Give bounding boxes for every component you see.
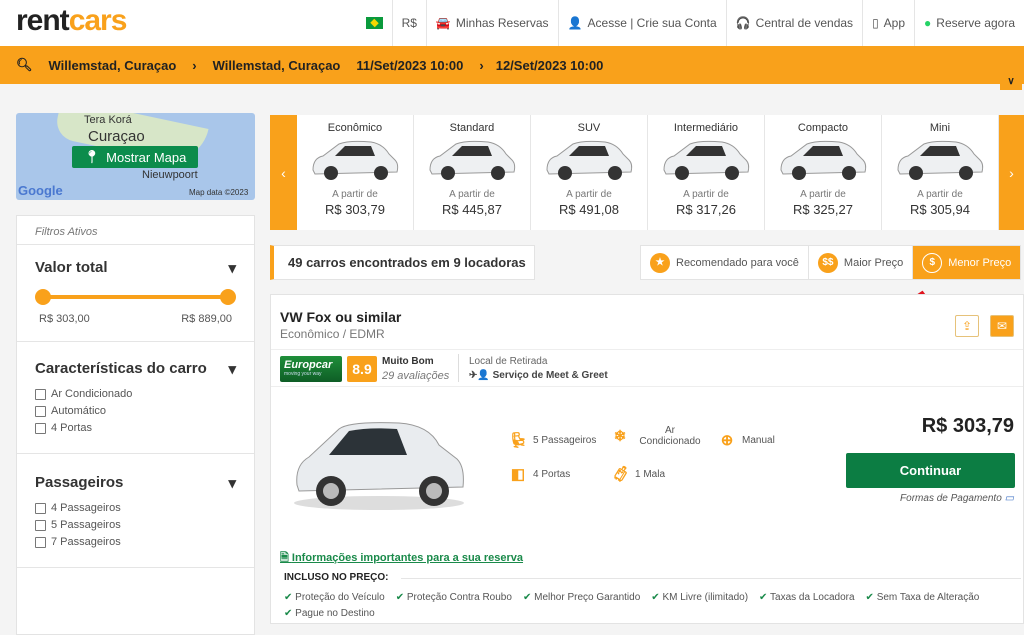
sort-lowest-price[interactable]: $ Menor Preço [912, 246, 1021, 279]
car-thumbnail [429, 140, 516, 180]
seat-icon: 💺︎ [509, 432, 529, 449]
login-link[interactable]: 👤 Acesse | Crie sua Conta [557, 0, 726, 46]
share-icon[interactable]: ⇪ [955, 315, 979, 337]
app-link[interactable]: ▯ App [862, 0, 914, 46]
show-map-button[interactable]: 📍︎ Mostrar Mapa [72, 146, 198, 168]
card-icon: ▭ [1004, 493, 1014, 504]
carousel-prev-button[interactable]: ‹ [270, 115, 297, 230]
included-list: Proteção do Veículo Proteção Contra Roubo… [284, 592, 1014, 619]
passengers-header[interactable]: Passageiros ▾ [35, 454, 236, 502]
top-nav: R$ 🚘 Minhas Reservas 👤 Acesse | Crie sua C… [357, 0, 1024, 46]
whatsapp-link[interactable]: ● Reserve agora [914, 0, 1024, 46]
headset-icon: 🎧 [735, 16, 751, 30]
included-item: Sem Taxa de Alteração [866, 592, 980, 603]
caret-down-icon: ▾ [228, 475, 236, 492]
chevron-right-icon: › [479, 57, 484, 73]
checkbox-5-passengers[interactable]: 5 Passageiros [35, 519, 236, 531]
sort-tabs: ★ Recomendado para você $$ Maior Preço $ Me… [640, 245, 1022, 280]
important-info-link[interactable]: 🗎 Informações importantes para a sua res… [280, 549, 523, 568]
email-icon[interactable]: ✉ [990, 315, 1014, 337]
active-filters: Filtros Ativos [17, 216, 254, 245]
slider-max-handle[interactable] [220, 289, 236, 305]
currency-selector[interactable]: R$ [391, 0, 426, 46]
included-item: Pague no Destino [284, 608, 375, 619]
dollar-icon: $ [922, 252, 943, 273]
category-5[interactable]: Mini A partir de R$ 305,94 [882, 115, 999, 230]
category-1[interactable]: Standard A partir de R$ 445,87 [414, 115, 531, 230]
sales-link[interactable]: 🎧 Central de vendas [725, 0, 862, 46]
continue-button[interactable]: Continuar [846, 453, 1015, 488]
search-icon: 🔍︎ [16, 57, 33, 72]
category-2[interactable]: SUV A partir de R$ 491,08 [531, 115, 648, 230]
car-thumbnail [546, 140, 633, 180]
car-icon: 🚘 [435, 16, 451, 30]
checkbox-automatic[interactable]: Automático [35, 405, 236, 417]
category-3[interactable]: Intermediário A partir de R$ 317,26 [648, 115, 765, 230]
my-bookings-link[interactable]: 🚘 Minhas Reservas [425, 0, 558, 46]
included-item: Taxas da Locadora [759, 592, 855, 603]
dollar-icon: $$ [817, 252, 838, 273]
gearshift-icon: ⊕ [720, 432, 734, 449]
caret-down-icon: ▾ [228, 361, 236, 378]
category-4[interactable]: Compacto A partir de R$ 325,27 [765, 115, 882, 230]
user-icon: 👤 [567, 16, 583, 30]
sort-recommended[interactable]: ★ Recomendado para você [641, 246, 808, 279]
logo[interactable]: rentcars [16, 4, 127, 38]
included-item: Proteção do Veículo [284, 592, 385, 603]
included-item: KM Livre (ilimitado) [651, 592, 748, 603]
price-slider[interactable] [35, 287, 236, 317]
checkbox-4-passengers[interactable]: 4 Passageiros [35, 502, 236, 514]
pin-icon: 📍︎ [83, 149, 101, 164]
carousel-next-button[interactable]: › [998, 115, 1024, 230]
plane-person-icon: ✈︎👤 [469, 370, 493, 381]
reviews-link[interactable]: 29 avaliações [382, 370, 449, 382]
header: rentcars R$ 🚘 Minhas Reservas 👤 Acesse | C… [0, 0, 1024, 46]
slider-min-handle[interactable] [35, 289, 51, 305]
car-thumbnail [663, 140, 750, 180]
filters-panel: Filtros Ativos Valor total ▾ R$ 303,00 R$ … [16, 215, 255, 635]
snowflake-icon: ❄ [613, 428, 627, 445]
brazil-flag-icon [365, 17, 383, 29]
category-carousel: ‹ Econômico A partir de R$ 303,79 Standard… [270, 115, 1024, 230]
checkbox-7-passengers[interactable]: 7 Passageiros [35, 536, 236, 548]
car-image [294, 422, 464, 510]
results-count: 49 carros encontrados em 9 locadoras [270, 245, 535, 280]
checkbox-ac[interactable]: Ar Condicionado [35, 388, 236, 400]
phone-icon: ▯ [872, 16, 879, 30]
included-item: Melhor Preço Garantido [523, 592, 640, 603]
car-offer-card: VW Fox ou similar Econômico / EDMR ⇪ ✉ E… [270, 294, 1024, 624]
total-value-header[interactable]: Valor total ▾ [35, 245, 236, 287]
car-thumbnail [897, 140, 984, 180]
search-summary-bar[interactable]: 🔍︎ Willemstad, Curaçao › Willemstad, Cura… [0, 46, 1024, 90]
sort-highest-price[interactable]: $$ Maior Preço [807, 246, 912, 279]
checkbox-4-doors[interactable]: 4 Portas [35, 422, 236, 434]
car-thumbnail [780, 140, 867, 180]
door-icon: ◧ [510, 466, 526, 483]
rating-score: 8.9 [347, 356, 377, 382]
car-price: R$ 303,79 [921, 415, 1014, 437]
vendor-logo: Europcar moving your way [280, 356, 342, 382]
caret-down-icon: ▾ [228, 260, 236, 277]
language-selector[interactable] [357, 0, 392, 46]
included-item: Proteção Contra Roubo [396, 592, 512, 603]
car-features-header[interactable]: Características do carro ▾ [35, 342, 236, 388]
payment-methods-link[interactable]: Formas de Pagamento ▭ [900, 493, 1014, 504]
star-icon: ★ [650, 252, 670, 273]
chevron-right-icon: › [192, 57, 197, 73]
document-check-icon: 🗎 [280, 552, 292, 564]
expand-chevron-icon[interactable]: ∨ [1000, 76, 1022, 90]
map-preview[interactable]: Tera Korá Curaçao 📍︎ Mostrar Mapa Nieuwpo… [16, 113, 255, 200]
whatsapp-icon: ● [924, 16, 932, 30]
car-thumbnail [312, 140, 399, 180]
category-0[interactable]: Econômico A partir de R$ 303,79 [297, 115, 414, 230]
luggage-icon: 🧳︎ [611, 466, 631, 483]
